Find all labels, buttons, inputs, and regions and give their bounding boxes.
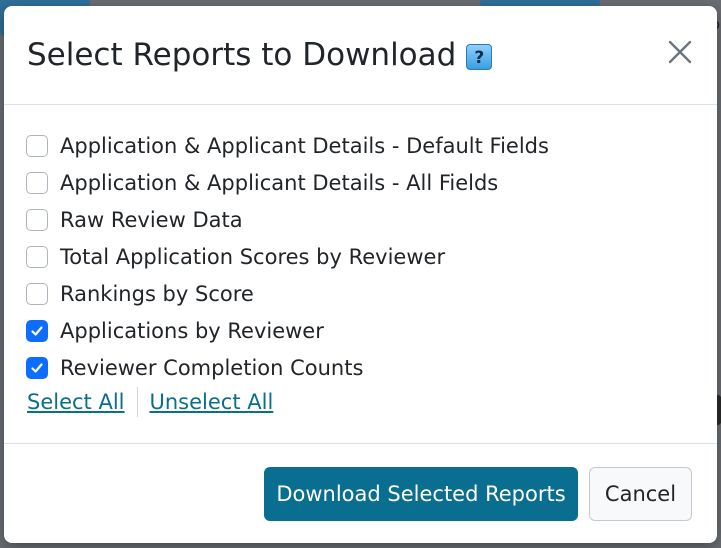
report-option-label[interactable]: Raw Review Data: [60, 208, 243, 232]
checkbox-unchecked[interactable]: [26, 282, 48, 305]
unselect-all-link[interactable]: Unselect All: [150, 390, 274, 414]
download-selected-reports-button[interactable]: Download Selected Reports: [264, 467, 578, 521]
report-option-label[interactable]: Rankings by Score: [60, 282, 254, 306]
checkmark-icon: [31, 362, 43, 373]
checkmark-icon: [31, 325, 43, 336]
close-icon[interactable]: [664, 36, 696, 68]
checkbox-unchecked[interactable]: [26, 208, 48, 231]
report-option-row[interactable]: Raw Review Data: [26, 201, 549, 238]
checkbox-unchecked[interactable]: [26, 134, 48, 157]
report-option-label[interactable]: Application & Applicant Details - Defaul…: [60, 134, 549, 158]
modal-title: Select Reports to Download?: [27, 36, 493, 74]
modal-header: Select Reports to Download?: [4, 6, 717, 105]
modal-footer: Download Selected Reports Cancel: [4, 444, 717, 543]
report-option-label[interactable]: Total Application Scores by Reviewer: [60, 245, 445, 269]
report-option-row[interactable]: Rankings by Score: [26, 275, 549, 312]
modal-body: Application & Applicant Details - Defaul…: [4, 105, 717, 444]
report-option-label[interactable]: Reviewer Completion Counts: [60, 356, 363, 380]
download-reports-modal: Select Reports to Download? Application …: [4, 6, 717, 543]
report-option-row[interactable]: Reviewer Completion Counts: [26, 349, 549, 386]
selection-links: Select All Unselect All: [27, 387, 273, 417]
report-option-row[interactable]: Applications by Reviewer: [26, 312, 549, 349]
checkbox-unchecked[interactable]: [26, 171, 48, 194]
link-divider: [136, 387, 138, 417]
report-checkbox-list: Application & Applicant Details - Defaul…: [26, 127, 549, 386]
report-option-row[interactable]: Application & Applicant Details - All Fi…: [26, 164, 549, 201]
cancel-button[interactable]: Cancel: [589, 467, 692, 521]
question-help-icon[interactable]: ?: [466, 44, 493, 70]
checkbox-checked[interactable]: [26, 319, 48, 342]
checkbox-checked[interactable]: [26, 356, 48, 379]
select-all-link[interactable]: Select All: [27, 390, 125, 414]
modal-title-text: Select Reports to Download: [27, 37, 457, 73]
report-option-label[interactable]: Applications by Reviewer: [60, 319, 324, 343]
report-option-row[interactable]: Application & Applicant Details - Defaul…: [26, 127, 549, 164]
report-option-label[interactable]: Application & Applicant Details - All Fi…: [60, 171, 498, 195]
checkbox-unchecked[interactable]: [26, 245, 48, 268]
report-option-row[interactable]: Total Application Scores by Reviewer: [26, 238, 549, 275]
